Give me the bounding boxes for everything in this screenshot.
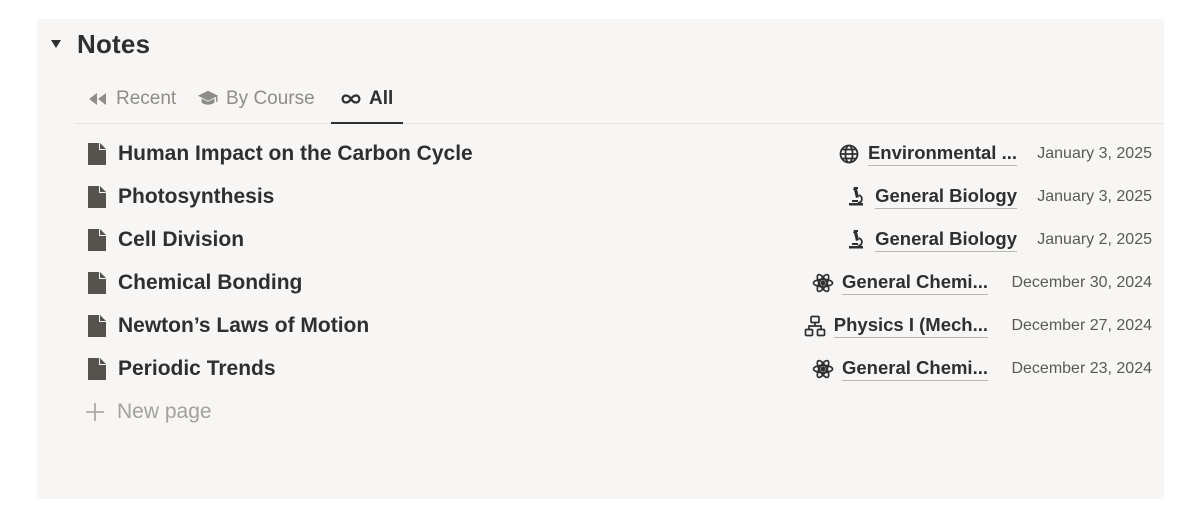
course-label: Environmental ... xyxy=(867,142,1017,166)
plus-icon xyxy=(85,402,105,422)
tab-recent[interactable]: Recent xyxy=(87,75,176,123)
note-title: Human Impact on the Carbon Cycle xyxy=(118,141,473,165)
infinity-icon xyxy=(340,88,362,110)
note-title: Photosynthesis xyxy=(118,184,275,208)
document-icon xyxy=(88,358,106,380)
new-page-button[interactable]: New page xyxy=(85,397,212,427)
tab-all-label: All xyxy=(369,88,394,109)
note-date: January 3, 2025 xyxy=(1037,187,1152,205)
document-icon xyxy=(88,272,106,294)
list-item[interactable]: Cell Division General Biology January 2,… xyxy=(75,218,1164,261)
section-header: Notes xyxy=(47,27,150,61)
note-date: December 30, 2024 xyxy=(1011,273,1152,291)
graduation-cap-icon xyxy=(197,88,219,110)
tab-recent-label: Recent xyxy=(116,88,177,109)
tab-by-course[interactable]: By Course xyxy=(197,75,315,123)
note-date: December 27, 2024 xyxy=(1011,316,1152,334)
course-label: General Chemi... xyxy=(842,271,988,295)
view-tabs: Recent By Course All xyxy=(75,75,1164,124)
collapse-toggle-icon[interactable] xyxy=(47,35,65,53)
hierarchy-icon xyxy=(804,315,826,337)
globe-icon xyxy=(838,143,860,165)
course-link[interactable]: General Chemi... xyxy=(812,357,988,381)
note-title: Chemical Bonding xyxy=(118,270,303,294)
course-label: Physics I (Mech... xyxy=(833,314,988,338)
course-link[interactable]: Physics I (Mech... xyxy=(804,314,988,338)
tab-all[interactable]: All xyxy=(330,75,404,124)
rewind-icon xyxy=(87,88,109,110)
course-link[interactable]: General Biology xyxy=(845,228,1017,252)
note-date: December 23, 2024 xyxy=(1011,359,1152,377)
list-item[interactable]: Chemical Bonding General Chemi... Decemb… xyxy=(75,261,1164,304)
notes-panel: Notes Recent By Course All Human Impact … xyxy=(37,19,1164,499)
microscope-icon xyxy=(845,186,867,208)
course-link[interactable]: Environmental ... xyxy=(838,142,1017,166)
note-title: Newton’s Laws of Motion xyxy=(118,313,370,337)
new-page-label: New page xyxy=(117,400,212,423)
note-title: Periodic Trends xyxy=(118,356,276,380)
course-label: General Biology xyxy=(875,185,1017,209)
atom-icon xyxy=(812,358,834,380)
list-item[interactable]: Photosynthesis General Biology January 3… xyxy=(75,175,1164,218)
note-title: Cell Division xyxy=(118,227,245,251)
list-item[interactable]: Human Impact on the Carbon Cycle Environ… xyxy=(75,132,1164,175)
document-icon xyxy=(88,186,106,208)
course-link[interactable]: General Biology xyxy=(845,185,1017,209)
list-item[interactable]: Periodic Trends General Chemi... Decembe… xyxy=(75,347,1164,390)
section-title: Notes xyxy=(77,28,151,59)
note-date: January 2, 2025 xyxy=(1037,230,1152,248)
course-label: General Biology xyxy=(875,228,1017,252)
note-date: January 3, 2025 xyxy=(1037,144,1152,162)
course-label: General Chemi... xyxy=(842,357,988,381)
microscope-icon xyxy=(845,229,867,251)
document-icon xyxy=(88,143,106,165)
course-link[interactable]: General Chemi... xyxy=(812,271,988,295)
notes-list: Human Impact on the Carbon Cycle Environ… xyxy=(75,132,1164,390)
tab-by-course-label: By Course xyxy=(226,88,315,109)
document-icon xyxy=(88,229,106,251)
list-item[interactable]: Newton’s Laws of Motion Physics I (Mech.… xyxy=(75,304,1164,347)
atom-icon xyxy=(812,272,834,294)
document-icon xyxy=(88,315,106,337)
